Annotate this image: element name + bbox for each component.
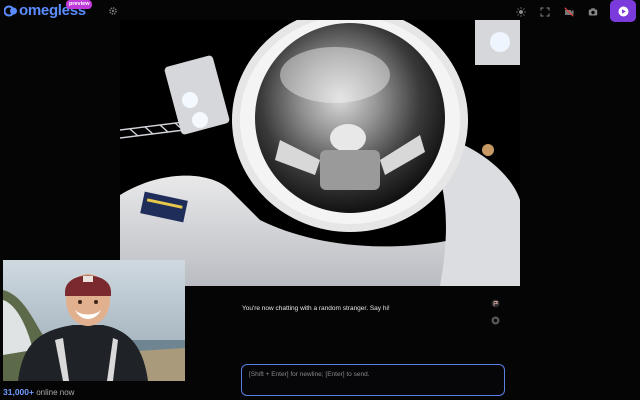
logo-mark-icon [4, 5, 17, 17]
online-count: 31,000+ [3, 387, 34, 397]
report-icon[interactable] [491, 299, 500, 308]
screenshot-icon[interactable] [588, 7, 598, 17]
fullscreen-icon[interactable] [540, 7, 550, 17]
preview-badge: preview [66, 0, 93, 9]
stranger-video [120, 20, 520, 286]
chat-status-message: You're now chatting with a random strang… [242, 305, 390, 312]
chat-bubble-icon[interactable] [491, 316, 500, 325]
online-label: online now [33, 388, 75, 397]
self-video [3, 260, 185, 381]
next-stranger-icon [618, 6, 628, 16]
chat-message-input[interactable] [241, 364, 505, 396]
settings-icon[interactable] [108, 6, 118, 16]
online-count-status: 31,000+ online now [3, 387, 74, 397]
camera-off-icon[interactable] [564, 7, 574, 17]
next-stranger-button[interactable] [610, 0, 636, 22]
smiling-man-beanie-image [3, 260, 185, 381]
brightness-icon[interactable] [516, 7, 526, 17]
astronaut-helmet-image [120, 20, 520, 286]
